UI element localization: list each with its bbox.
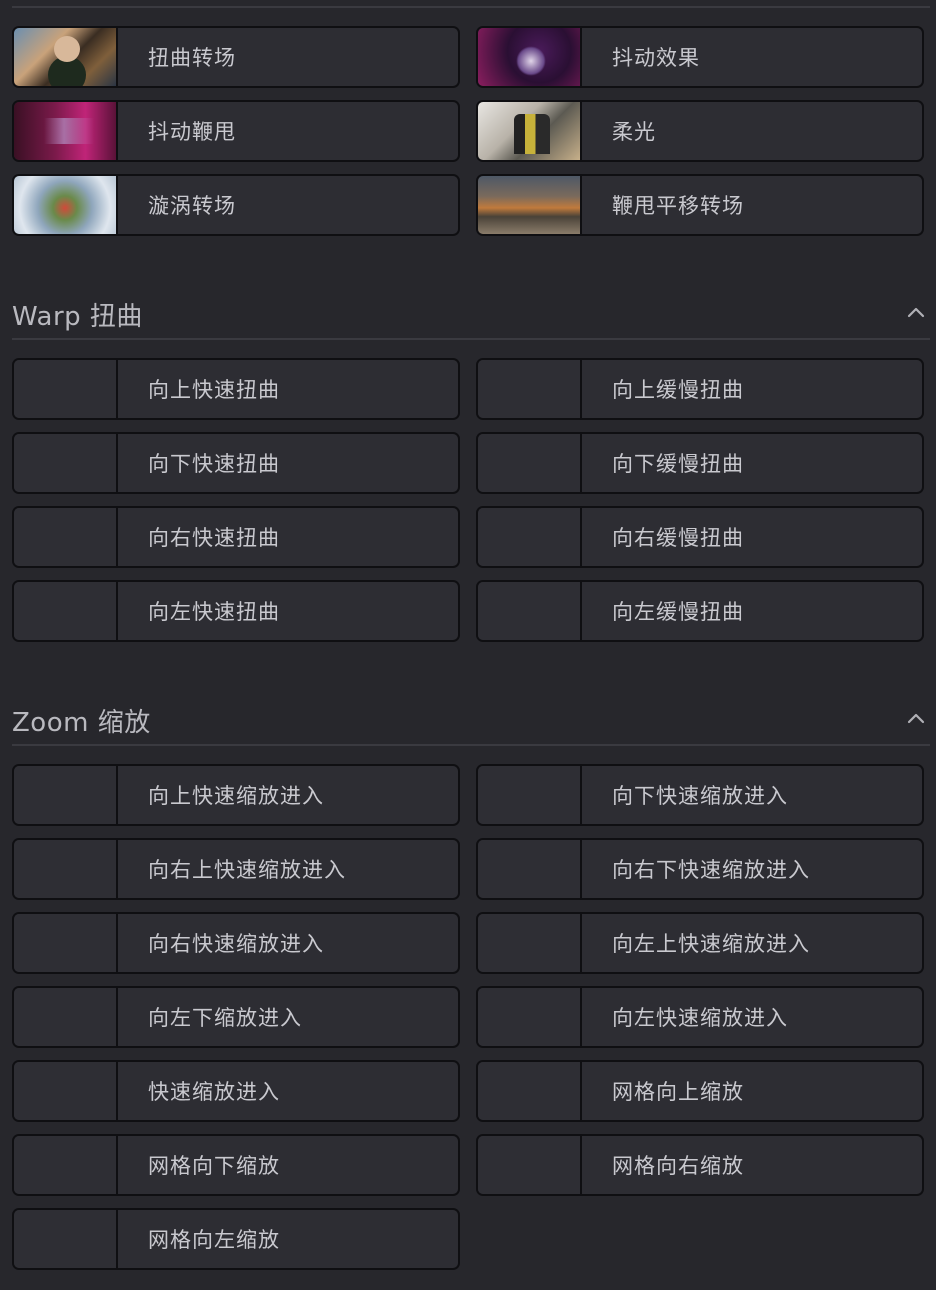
thumbnail-placeholder xyxy=(478,508,582,566)
thumbnail-placeholder xyxy=(14,434,118,492)
transition-label: 向左上快速缩放进入 xyxy=(612,932,810,956)
thumbnail-placeholder xyxy=(14,766,118,824)
zoom-tile[interactable]: 向左下缩放进入 xyxy=(12,986,460,1048)
transition-label: 向上快速缩放进入 xyxy=(148,784,324,808)
top-divider xyxy=(12,6,930,8)
thumbnail-placeholder xyxy=(478,434,582,492)
thumbnail-image xyxy=(478,102,582,160)
thumbnail-placeholder xyxy=(14,508,118,566)
transition-label: 柔光 xyxy=(612,120,656,144)
zoom-tile[interactable]: 网格向上缩放 xyxy=(476,1060,924,1122)
effects-panel: 扭曲转场 抖动效果 抖动鞭甩 柔光 漩涡转场 鞭甩平移转场 Warp 扭曲 向上… xyxy=(0,0,936,1290)
zoom-tile[interactable]: 向右下快速缩放进入 xyxy=(476,838,924,900)
transition-label: 网格向上缩放 xyxy=(612,1080,744,1104)
zoom-tile[interactable]: 网格向下缩放 xyxy=(12,1134,460,1196)
transition-label: 快速缩放进入 xyxy=(148,1080,280,1104)
warp-grid: 向上快速扭曲 向上缓慢扭曲 向下快速扭曲 向下缓慢扭曲 向右快速扭曲 向右缓慢扭… xyxy=(12,358,924,642)
transition-label: 鞭甩平移转场 xyxy=(612,194,744,218)
transition-label: 抖动鞭甩 xyxy=(148,120,236,144)
transition-label: 漩涡转场 xyxy=(148,194,236,218)
section-divider xyxy=(12,338,930,340)
chevron-up-icon[interactable] xyxy=(906,302,926,322)
zoom-tile[interactable]: 向下快速缩放进入 xyxy=(476,764,924,826)
transition-label: 扭曲转场 xyxy=(148,46,236,70)
thumbnail-placeholder xyxy=(14,914,118,972)
thumbnail-placeholder xyxy=(14,1210,118,1268)
transition-label: 向左缓慢扭曲 xyxy=(612,600,744,624)
zoom-tile[interactable]: 向左上快速缩放进入 xyxy=(476,912,924,974)
transition-tile-twist[interactable]: 扭曲转场 xyxy=(12,26,460,88)
thumbnail-placeholder xyxy=(478,1136,582,1194)
thumbnail-placeholder xyxy=(478,914,582,972)
transition-label: 网格向右缩放 xyxy=(612,1154,744,1178)
thumbnail-placeholder xyxy=(478,840,582,898)
thumbnail-placeholder xyxy=(14,582,118,640)
transition-label: 向上快速扭曲 xyxy=(148,378,280,402)
warp-tile[interactable]: 向下缓慢扭曲 xyxy=(476,432,924,494)
thumbnail-placeholder xyxy=(14,1136,118,1194)
warp-tile[interactable]: 向左快速扭曲 xyxy=(12,580,460,642)
transition-label: 抖动效果 xyxy=(612,46,700,70)
transition-tile-pan[interactable]: 鞭甩平移转场 xyxy=(476,174,924,236)
thumbnail-placeholder xyxy=(14,840,118,898)
transition-tile-shake[interactable]: 抖动效果 xyxy=(476,26,924,88)
transition-label: 向左下缩放进入 xyxy=(148,1006,302,1030)
warp-tile[interactable]: 向上缓慢扭曲 xyxy=(476,358,924,420)
thumbnail-image xyxy=(14,102,118,160)
zoom-tile[interactable]: 网格向右缩放 xyxy=(476,1134,924,1196)
zoom-tile[interactable]: 向右快速缩放进入 xyxy=(12,912,460,974)
transition-label: 向右上快速缩放进入 xyxy=(148,858,346,882)
thumbnail-image xyxy=(14,176,118,234)
section-title: Zoom 缩放 xyxy=(12,708,151,738)
transition-tile-swirl[interactable]: 漩涡转场 xyxy=(12,174,460,236)
warp-section-header[interactable]: Warp 扭曲 xyxy=(12,288,930,340)
transition-label: 网格向左缩放 xyxy=(148,1228,280,1252)
warp-tile[interactable]: 向下快速扭曲 xyxy=(12,432,460,494)
warp-tile[interactable]: 向右快速扭曲 xyxy=(12,506,460,568)
zoom-tile[interactable]: 向上快速缩放进入 xyxy=(12,764,460,826)
section-title: Warp 扭曲 xyxy=(12,302,143,332)
transition-label: 向左快速缩放进入 xyxy=(612,1006,788,1030)
thumbnail-placeholder xyxy=(14,1062,118,1120)
transition-label: 向下缓慢扭曲 xyxy=(612,452,744,476)
transition-label: 向下快速扭曲 xyxy=(148,452,280,476)
zoom-tile[interactable]: 向左快速缩放进入 xyxy=(476,986,924,1048)
thumbnail-placeholder xyxy=(478,360,582,418)
thumbnail-placeholder xyxy=(478,766,582,824)
zoom-grid: 向上快速缩放进入 向下快速缩放进入 向右上快速缩放进入 向右下快速缩放进入 向右… xyxy=(12,764,924,1270)
transitions-grid: 扭曲转场 抖动效果 抖动鞭甩 柔光 漩涡转场 鞭甩平移转场 xyxy=(12,26,924,236)
thumbnail-placeholder xyxy=(478,582,582,640)
transition-label: 向右快速缩放进入 xyxy=(148,932,324,956)
thumbnail-image xyxy=(14,28,118,86)
warp-tile[interactable]: 向上快速扭曲 xyxy=(12,358,460,420)
transition-tile-soft[interactable]: 柔光 xyxy=(476,100,924,162)
thumbnail-image xyxy=(478,176,582,234)
zoom-tile[interactable]: 快速缩放进入 xyxy=(12,1060,460,1122)
zoom-tile[interactable]: 网格向左缩放 xyxy=(12,1208,460,1270)
zoom-section-header[interactable]: Zoom 缩放 xyxy=(12,694,930,746)
section-divider xyxy=(12,744,930,746)
thumbnail-placeholder xyxy=(14,360,118,418)
transition-label: 向下快速缩放进入 xyxy=(612,784,788,808)
transition-label: 向上缓慢扭曲 xyxy=(612,378,744,402)
thumbnail-placeholder xyxy=(14,988,118,1046)
chevron-up-icon[interactable] xyxy=(906,708,926,728)
transition-label: 网格向下缩放 xyxy=(148,1154,280,1178)
warp-tile[interactable]: 向右缓慢扭曲 xyxy=(476,506,924,568)
warp-tile[interactable]: 向左缓慢扭曲 xyxy=(476,580,924,642)
zoom-tile[interactable]: 向右上快速缩放进入 xyxy=(12,838,460,900)
thumbnail-placeholder xyxy=(478,1062,582,1120)
transition-label: 向右快速扭曲 xyxy=(148,526,280,550)
transition-label: 向右缓慢扭曲 xyxy=(612,526,744,550)
thumbnail-placeholder xyxy=(478,988,582,1046)
transition-label: 向左快速扭曲 xyxy=(148,600,280,624)
thumbnail-image xyxy=(478,28,582,86)
transition-tile-whip[interactable]: 抖动鞭甩 xyxy=(12,100,460,162)
transition-label: 向右下快速缩放进入 xyxy=(612,858,810,882)
